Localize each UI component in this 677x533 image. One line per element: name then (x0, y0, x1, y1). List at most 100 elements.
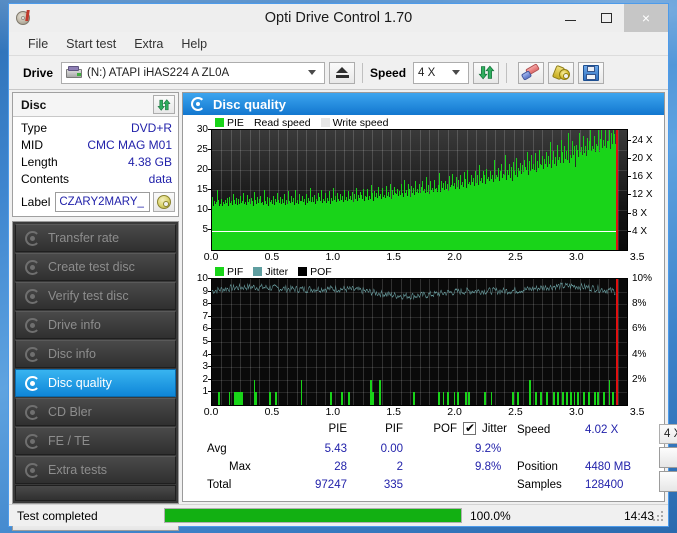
pif-y-tick-label: 3 (202, 361, 208, 373)
pif-percent-tick-label: 8% (632, 298, 647, 310)
resize-grip[interactable] (653, 511, 665, 523)
refresh-button[interactable] (473, 61, 500, 84)
sidebar-item-create-test-disc[interactable]: Create test disc (15, 253, 176, 281)
speed-readout-label: Speed (517, 424, 551, 436)
minimize-icon (564, 20, 576, 21)
legend-label-pif: PIF (227, 265, 244, 278)
pie-bars (212, 130, 617, 250)
eject-button[interactable] (329, 61, 356, 84)
start-full-button[interactable]: Start full (659, 447, 677, 469)
menu-start-test[interactable]: Start test (57, 34, 125, 54)
legend-label-pie: PIE (227, 116, 244, 129)
sidebar-item-label: Verify test disc (48, 289, 129, 303)
left-sidebar: Disc Type DVD+R MID CMC MAG M01 Length 4… (9, 90, 181, 531)
disc-label-input[interactable]: CZARY2MARY_ (55, 192, 150, 212)
stats-pie-max: 28 (334, 461, 347, 473)
speed-select[interactable]: 4 X (413, 61, 470, 84)
progress-percent: 100.0% (470, 508, 511, 523)
pif-y-axis-left: 1 2 3 4 5 6 7 8 9 10 (185, 274, 211, 406)
drive-label: Drive (23, 65, 54, 80)
start-part-button[interactable]: Start part (659, 471, 677, 492)
menu-bar: File Start test Extra Help (9, 32, 668, 56)
pif-chart-block: PIF Jitter POF 1234 5 6 7 8 9 10 2% 4% 6… (185, 265, 662, 420)
progress-bar (164, 508, 462, 523)
sidebar-item-transfer-rate[interactable]: Transfer rate (15, 224, 176, 252)
minimize-button[interactable] (552, 4, 588, 32)
jitter-checkbox[interactable] (463, 421, 476, 435)
save-button[interactable] (578, 61, 605, 84)
pif-y-tick-label: 7 (202, 310, 208, 322)
legend-label-jitter: Jitter (265, 265, 289, 278)
pif-plot-area[interactable] (211, 278, 628, 406)
legend-read-speed: Read speed (254, 117, 311, 129)
disc-row-mid: MID CMC MAG M01 (21, 137, 172, 154)
sidebar-item-label: Drive info (48, 318, 101, 332)
pie-speed-tick-label: 20 X (632, 153, 653, 165)
pif-percent-tick-label: 10% (632, 273, 653, 284)
sidebar-item-fe-te[interactable]: FE / TE (15, 427, 176, 455)
disc-icon (24, 404, 41, 421)
stats-pie-total: 97247 (315, 479, 347, 491)
chevron-down-icon (452, 70, 461, 75)
x-tick-label: 0.0 (203, 251, 219, 263)
pif-x-axis: 0.00.51.01.52.02.53.03.54.04.5GB (185, 406, 662, 420)
pie-chart-block: PIE Read speed Write speed 5 10 15 20 25 (185, 116, 662, 265)
disc-label-label: Label (21, 195, 51, 209)
stats-pif-total: 335 (383, 479, 403, 491)
pif-chart-legend: PIF Jitter POF (185, 265, 662, 278)
x-tick-label: 3.0 (569, 406, 584, 418)
menu-extra[interactable]: Extra (125, 34, 172, 54)
disc-row-contents: Contents data (21, 171, 172, 188)
pie-y-axis-right: 4 X 8 X 12 X 16 X 20 X 24 X (628, 129, 662, 251)
disc-icon (24, 375, 41, 392)
save-floppy-icon (583, 64, 600, 81)
x-tick-label: 1.5 (386, 251, 401, 263)
disc-contents-value: data (148, 172, 172, 186)
sidebar-item-extra-tests[interactable]: Extra tests (15, 456, 176, 484)
refresh-icon (157, 98, 171, 111)
erase-button[interactable] (518, 61, 545, 84)
legend-swatch-pif (215, 267, 224, 276)
drive-status-readouts: Speed 4.02 X Position 4480 MB Samples 12… (509, 423, 659, 492)
x-tick-label: 2.5 (508, 406, 523, 418)
main-body: Disc Type DVD+R MID CMC MAG M01 Length 4… (9, 90, 677, 531)
disc-icon (24, 346, 41, 363)
pie-plot-area[interactable] (211, 129, 628, 251)
toolbar-divider-2 (506, 62, 508, 83)
pif-y-tick-label: 9 (202, 285, 208, 297)
sidebar-item-disc-quality[interactable]: Disc quality (15, 369, 176, 397)
speed-select-value: 4 X (418, 66, 436, 79)
disc-panel-header: Disc (13, 93, 178, 117)
drive-select[interactable]: (N:) ATAPI iHAS224 A ZL0A (61, 61, 326, 84)
maximize-button[interactable] (588, 4, 624, 32)
jitter-line (212, 282, 616, 301)
pie-speed-tick-label: 4 X (632, 225, 648, 237)
disc-refresh-button[interactable] (153, 95, 175, 114)
disc-mid-value: CMC MAG M01 (87, 138, 172, 152)
stats-header-jitter: Jitter (482, 423, 507, 435)
sidebar-item-drive-info[interactable]: Drive info (15, 311, 176, 339)
x-tick-label: 0.5 (264, 406, 280, 418)
close-button[interactable]: × (624, 4, 668, 32)
sidebar-item-label: FE / TE (48, 434, 91, 448)
pie-y-tick-label: 30 (196, 124, 208, 135)
menu-file[interactable]: File (19, 34, 57, 54)
speed-label: Speed (370, 65, 407, 80)
legend-label-write-speed: Write speed (332, 116, 389, 129)
disc-label-button[interactable] (153, 192, 175, 212)
speed-readout-value: 4.02 X (585, 424, 619, 436)
sidebar-item-label: Create test disc (48, 260, 135, 274)
disc-quality-panel: Disc quality PIE Read speed Write speed … (182, 92, 677, 502)
position-readout-label: Position (517, 461, 558, 473)
sidebar-item-disc-info[interactable]: Disc info (15, 340, 176, 368)
disc-label-row: Label CZARY2MARY_ (13, 190, 178, 216)
tools-button[interactable] (548, 61, 575, 84)
test-speed-select[interactable]: 4 X (659, 424, 677, 445)
legend-swatch-write-speed (320, 118, 330, 127)
sidebar-item-cd-bler[interactable]: CD Bler (15, 398, 176, 426)
sidebar-item-verify-test-disc[interactable]: Verify test disc (15, 282, 176, 310)
pie-y-tick-label: 10 (196, 204, 208, 215)
menu-help[interactable]: Help (172, 34, 216, 54)
pif-y-tick-label: 2 (202, 373, 208, 385)
pie-speed-tick (628, 194, 631, 196)
